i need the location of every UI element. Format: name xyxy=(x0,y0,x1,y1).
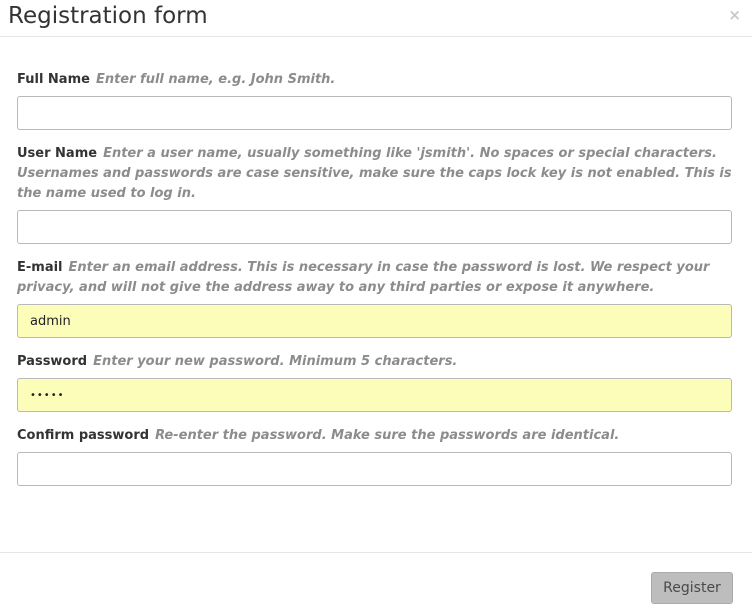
password-hint: Enter your new password. Minimum 5 chara… xyxy=(93,354,458,369)
dialog-title: Registration form xyxy=(8,3,208,29)
password-input[interactable] xyxy=(17,378,732,412)
full-name-label-row: Full Name Enter full name, e.g. John Smit… xyxy=(17,70,732,90)
full-name-group: Full Name Enter full name, e.g. John Smit… xyxy=(17,70,732,130)
email-label: E-mail xyxy=(17,260,63,275)
full-name-label: Full Name xyxy=(17,72,90,87)
confirm-password-label-row: Confirm password Re-enter the password. M… xyxy=(17,426,732,446)
password-label-row: Password Enter your new password. Minimum… xyxy=(17,352,732,372)
user-name-hint: Enter a user name, usually something lik… xyxy=(17,146,732,201)
full-name-hint: Enter full name, e.g. John Smith. xyxy=(95,72,336,87)
dialog-header: Registration form × xyxy=(0,0,752,37)
user-name-input[interactable] xyxy=(17,210,732,244)
user-name-group: User Name Enter a user name, usually some… xyxy=(17,144,732,244)
user-name-label: User Name xyxy=(17,146,98,161)
user-name-label-row: User Name Enter a user name, usually some… xyxy=(17,144,732,204)
email-group: E-mail Enter an email address. This is ne… xyxy=(17,258,732,338)
confirm-password-label: Confirm password xyxy=(17,428,150,443)
close-icon[interactable]: × xyxy=(728,5,741,25)
confirm-password-hint: Re-enter the password. Make sure the pas… xyxy=(155,428,620,443)
email-label-row: E-mail Enter an email address. This is ne… xyxy=(17,258,732,298)
full-name-input[interactable] xyxy=(17,96,732,130)
password-label: Password xyxy=(17,354,88,369)
email-hint: Enter an email address. This is necessar… xyxy=(17,260,710,295)
confirm-password-input[interactable] xyxy=(17,452,732,486)
confirm-password-group: Confirm password Re-enter the password. M… xyxy=(17,426,732,486)
footer-divider xyxy=(0,552,752,553)
password-group: Password Enter your new password. Minimum… xyxy=(17,352,732,412)
register-button[interactable]: Register xyxy=(651,572,733,604)
email-input[interactable] xyxy=(17,304,732,338)
